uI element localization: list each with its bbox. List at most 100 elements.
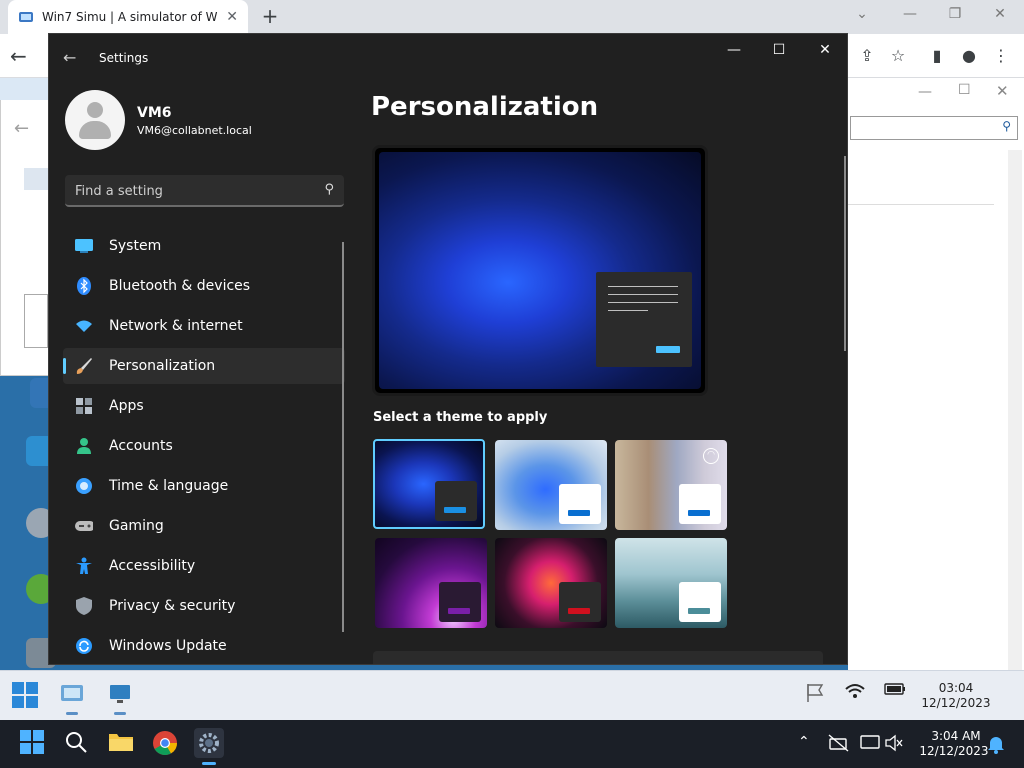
browser-tab-title: Win7 Simu | A simulator of Windo <box>42 10 218 24</box>
new-tab-button[interactable]: + <box>258 4 282 28</box>
side-panel-icon[interactable]: ▮ <box>926 45 948 67</box>
next-setting-card[interactable] <box>373 651 823 664</box>
browser-tab[interactable]: Win7 Simu | A simulator of Windo ✕ <box>8 0 248 34</box>
remote-start-icon[interactable] <box>12 682 38 708</box>
settings-back-button[interactable]: ← <box>63 48 76 67</box>
host-clock-time[interactable]: 3:04 AM <box>928 729 984 743</box>
nav-item-windows-update[interactable]: Windows Update <box>63 628 345 664</box>
site-favicon-icon <box>19 12 33 22</box>
close-tab-icon[interactable]: ✕ <box>226 9 238 25</box>
theme-tile-purple[interactable] <box>375 538 487 628</box>
volume-muted-icon[interactable] <box>884 734 910 760</box>
preview-line <box>608 286 678 287</box>
theme-accent-swatch <box>568 608 590 614</box>
nav-label: Apps <box>109 398 144 414</box>
bookmark-star-icon[interactable]: ☆ <box>887 45 909 67</box>
accessibility-icon <box>75 557 93 575</box>
share-icon[interactable]: ⇪ <box>856 45 878 67</box>
avatar-body <box>79 121 111 139</box>
browser-back-button[interactable]: ← <box>10 44 27 68</box>
theme-accent-swatch <box>688 608 710 614</box>
theme-tile-glow[interactable]: ◠ <box>615 440 727 530</box>
bluetooth-icon <box>75 277 93 295</box>
preview-accent-button <box>656 346 680 353</box>
settings-app-icon[interactable] <box>194 728 224 758</box>
theme-tile-lake[interactable] <box>615 538 727 628</box>
network-disconnected-icon[interactable] <box>828 734 854 760</box>
browser-menu-icon[interactable]: ⋮ <box>990 45 1012 67</box>
theme-tile-windows-light[interactable] <box>495 440 607 530</box>
nav-item-network[interactable]: Network & internet <box>63 308 345 344</box>
nav-scrollbar[interactable] <box>342 242 344 632</box>
theme-preview <box>372 145 708 396</box>
profile-icon[interactable]: ● <box>958 45 980 67</box>
wifi-icon[interactable] <box>844 682 870 708</box>
bg-back-arrow-icon: ← <box>14 118 30 139</box>
bg-divider <box>848 204 994 205</box>
bg-close-icon: ✕ <box>996 82 1009 100</box>
nav-item-apps[interactable]: Apps <box>63 388 345 424</box>
wifi-icon <box>75 317 93 335</box>
theme-mini-window <box>679 582 721 622</box>
brush-icon <box>75 357 93 375</box>
file-explorer-icon[interactable] <box>108 730 134 756</box>
nav-item-accessibility[interactable]: Accessibility <box>63 548 345 584</box>
running-indicator <box>66 712 78 715</box>
nav-item-system[interactable]: System <box>63 228 345 264</box>
nav-item-time-language[interactable]: Time & language <box>63 468 345 504</box>
bg-minimize-icon: — <box>918 84 932 100</box>
gamepad-icon <box>75 517 93 535</box>
chevron-up-icon[interactable]: ⌃ <box>798 734 810 750</box>
nav-item-privacy-security[interactable]: Privacy & security <box>63 588 345 624</box>
browser-restore-button[interactable]: ❐ <box>943 6 967 26</box>
monitor-icon <box>75 237 93 255</box>
preview-line <box>608 294 678 295</box>
bg-maximize-icon: ☐ <box>958 82 971 98</box>
settings-minimize-button[interactable]: — <box>719 42 749 62</box>
remote-clock-date[interactable]: 12/12/2023 <box>920 696 992 710</box>
find-setting-box[interactable]: ⚲ <box>65 175 344 207</box>
remote-monitor-app-icon[interactable] <box>108 682 134 708</box>
nav-item-accounts[interactable]: Accounts <box>63 428 345 464</box>
nav-item-gaming[interactable]: Gaming <box>63 508 345 544</box>
nav-item-bluetooth[interactable]: Bluetooth & devices <box>63 268 345 304</box>
bg-search-box: ⚲ <box>850 116 1018 140</box>
page-title: Personalization <box>371 92 599 122</box>
battery-icon[interactable] <box>884 682 910 708</box>
nav-label: Network & internet <box>109 318 243 334</box>
start-icon[interactable] <box>20 730 46 756</box>
tab-search-chevron-icon[interactable]: ⌄ <box>850 6 874 26</box>
main-scrollbar[interactable] <box>844 156 846 351</box>
search-icon[interactable] <box>64 730 90 756</box>
find-setting-input[interactable] <box>75 181 305 201</box>
person-icon <box>75 437 93 455</box>
notification-bell-icon[interactable] <box>986 734 1012 760</box>
browser-minimize-button[interactable]: — <box>898 6 922 26</box>
remote-control-panel-icon[interactable] <box>60 682 86 708</box>
user-avatar[interactable] <box>65 90 125 150</box>
settings-close-button[interactable]: ✕ <box>810 42 840 62</box>
theme-mini-window <box>439 582 481 622</box>
avatar-head <box>87 102 103 118</box>
user-email: VM6@collabnet.local <box>137 124 252 137</box>
display-icon[interactable] <box>860 734 886 760</box>
remote-taskbar <box>0 670 1024 720</box>
search-icon[interactable]: ⚲ <box>324 182 334 197</box>
nav-label: Personalization <box>109 358 216 374</box>
theme-mini-window <box>435 481 477 521</box>
spotlight-icon: ◠ <box>703 448 719 464</box>
theme-tile-windows-dark[interactable] <box>373 439 485 529</box>
theme-mini-window <box>679 484 721 524</box>
chrome-icon[interactable] <box>152 730 178 756</box>
nav-label: Accessibility <box>109 558 196 574</box>
host-clock-date[interactable]: 12/12/2023 <box>916 744 992 758</box>
remote-clock-time[interactable]: 03:04 <box>932 681 980 695</box>
browser-close-button[interactable]: ✕ <box>988 6 1012 26</box>
settings-maximize-button[interactable]: ☐ <box>764 42 794 62</box>
nav-label: Time & language <box>109 478 229 494</box>
nav-item-personalization[interactable]: Personalization <box>63 348 345 384</box>
theme-tile-flower[interactable] <box>495 538 607 628</box>
flag-icon[interactable] <box>804 682 830 708</box>
nav-label: Bluetooth & devices <box>109 278 251 294</box>
nav-label: Accounts <box>109 438 173 454</box>
